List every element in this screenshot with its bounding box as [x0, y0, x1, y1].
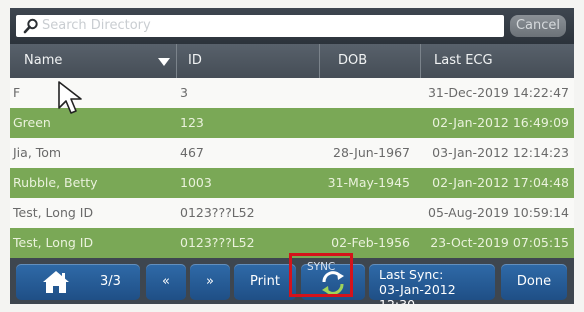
table-header: Name ID DOB Last ECG	[10, 44, 574, 78]
cell-name: Test, Long ID	[13, 205, 94, 220]
cell-last-ecg: 23-Oct-2019 07:05:15	[430, 235, 569, 250]
cell-name: Rubble, Betty	[13, 175, 98, 190]
cell-id: 3	[180, 85, 188, 100]
print-button[interactable]: Print	[234, 264, 296, 300]
cell-last-ecg: 31-Dec-2019 14:22:47	[427, 85, 569, 100]
cell-name: Green	[13, 115, 51, 130]
cell-dob: 28-Jun-1967	[333, 145, 410, 160]
cell-dob: 31-May-1945	[327, 175, 410, 190]
cell-last-ecg: 05-Aug-2019 10:59:14	[428, 205, 569, 220]
cell-last-ecg: 02-Jan-2012 17:04:48	[432, 175, 569, 190]
next-page-button[interactable]: »	[190, 264, 230, 300]
home-icon	[43, 271, 69, 293]
column-header-dob[interactable]: DOB	[338, 44, 367, 78]
table-row[interactable]: F 3 31-Dec-2019 14:22:47	[10, 78, 574, 108]
patient-list: F 3 31-Dec-2019 14:22:47 Green 123 02-Ja…	[10, 78, 574, 258]
done-button[interactable]: Done	[501, 264, 567, 300]
last-sync-label: Last Sync:	[379, 267, 444, 282]
rewind-icon: «	[162, 274, 170, 289]
column-header-id[interactable]: ID	[188, 44, 202, 78]
cell-id: 123	[180, 115, 204, 130]
column-header-name[interactable]: Name	[24, 44, 62, 78]
column-divider	[176, 44, 177, 78]
sync-highlight-box	[289, 253, 353, 297]
search-input[interactable]: Search Directory	[16, 15, 504, 37]
last-sync-status: Last Sync: 03-Jan-2012 12:30	[369, 264, 495, 304]
cell-id: 0123???L52	[180, 235, 255, 250]
cell-name: F	[13, 85, 21, 100]
home-button[interactable]: 3/3	[16, 264, 140, 300]
mouse-pointer-icon	[58, 81, 82, 114]
search-bar: Search Directory Cancel	[10, 8, 574, 44]
cell-id: 467	[180, 145, 204, 160]
cell-name: Jia, Tom	[13, 145, 62, 160]
column-divider	[319, 44, 320, 78]
previous-page-button[interactable]: «	[146, 264, 186, 300]
cell-name: Test, Long ID	[13, 235, 94, 250]
cell-last-ecg: 03-Jan-2012 12:14:23	[432, 145, 569, 160]
sort-descending-icon[interactable]	[158, 58, 170, 66]
table-row[interactable]: Rubble, Betty 1003 31-May-1945 02-Jan-20…	[10, 168, 574, 198]
search-icon	[23, 18, 38, 34]
column-divider	[420, 44, 421, 78]
column-header-last-ecg[interactable]: Last ECG	[434, 44, 493, 78]
cell-id: 0123???L52	[180, 205, 255, 220]
fast-forward-icon: »	[206, 274, 214, 289]
table-row[interactable]: Test, Long ID 0123???L52 05-Aug-2019 10:…	[10, 198, 574, 228]
cell-last-ecg: 02-Jan-2012 16:49:09	[432, 115, 569, 130]
page-indicator: 3/3	[100, 274, 121, 289]
cancel-button[interactable]: Cancel	[510, 15, 566, 37]
search-placeholder: Search Directory	[42, 18, 151, 33]
table-row[interactable]: Green 123 02-Jan-2012 16:49:09	[10, 108, 574, 138]
last-sync-time: 03-Jan-2012 12:30	[379, 282, 456, 304]
cell-id: 1003	[180, 175, 212, 190]
table-row[interactable]: Jia, Tom 467 28-Jun-1967 03-Jan-2012 12:…	[10, 138, 574, 168]
